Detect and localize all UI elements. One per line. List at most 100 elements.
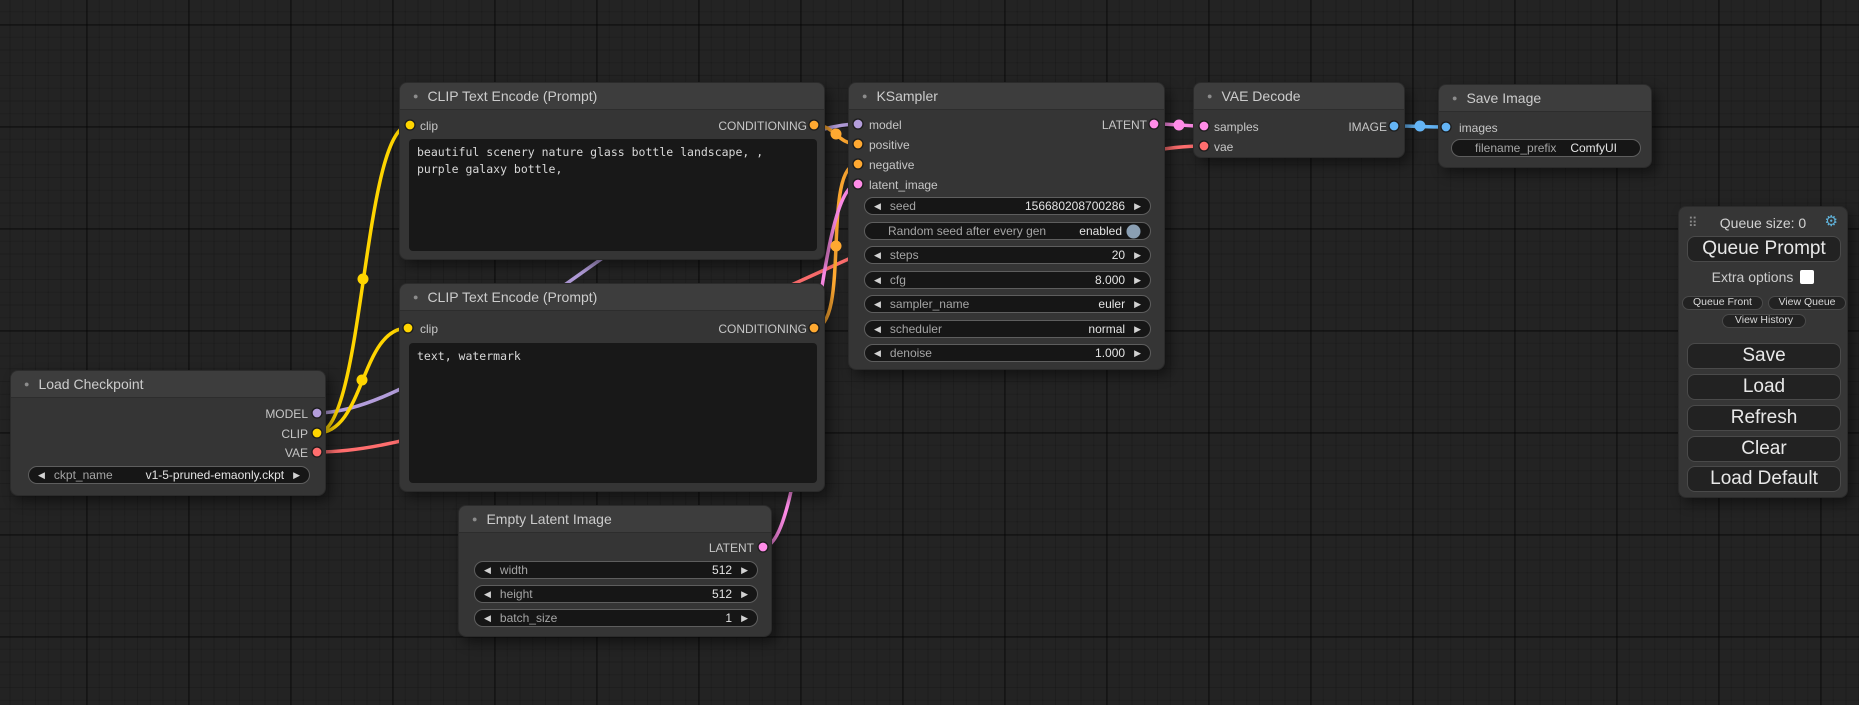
random-seed-toggle-widget[interactable]: Random seed after every gen enabled	[864, 222, 1151, 240]
clear-button[interactable]: Clear	[1687, 436, 1841, 462]
widget-name: filename_prefix	[1475, 141, 1556, 155]
widget-name: cfg	[890, 273, 906, 287]
increment-arrow-icon[interactable]: ▶	[1134, 300, 1141, 309]
decrement-arrow-icon[interactable]: ◀	[484, 614, 491, 623]
widget-value: 1	[725, 611, 732, 625]
save-button[interactable]: Save	[1687, 343, 1841, 369]
load-default-button[interactable]: Load Default	[1687, 466, 1841, 492]
widget-name: height	[500, 587, 533, 601]
node-title-bar[interactable]: ● KSampler	[849, 83, 1164, 110]
view-queue-button[interactable]: View Queue	[1768, 296, 1846, 310]
node-load-checkpoint[interactable]: ● Load Checkpoint MODEL CLIP VAE ◀ ckpt_…	[10, 370, 326, 496]
node-title-bar[interactable]: ● Load Checkpoint	[11, 371, 325, 398]
decrement-arrow-icon[interactable]: ◀	[874, 202, 881, 211]
collapse-dot-icon[interactable]: ●	[24, 380, 29, 389]
height-widget[interactable]: ◀ height 512 ▶	[474, 585, 758, 603]
node-title-bar[interactable]: ● CLIP Text Encode (Prompt)	[400, 284, 824, 311]
input-label-latent-image: latent_image	[869, 175, 938, 195]
input-label-negative: negative	[869, 155, 914, 175]
output-label-vae: VAE	[285, 443, 308, 463]
extra-options-checkbox[interactable]	[1800, 270, 1814, 284]
collapse-dot-icon[interactable]: ●	[413, 293, 418, 302]
node-save-image[interactable]: ● Save Image images filename_prefix Comf…	[1438, 84, 1652, 168]
increment-arrow-icon[interactable]: ▶	[1134, 325, 1141, 334]
prompt-textarea[interactable]: text, watermark	[409, 343, 817, 483]
collapse-dot-icon[interactable]: ●	[862, 92, 867, 101]
node-title-bar[interactable]: ● Empty Latent Image	[459, 506, 771, 533]
queue-prompt-button[interactable]: Queue Prompt	[1687, 236, 1841, 262]
widget-value: 8.000	[1095, 273, 1125, 287]
cfg-widget[interactable]: ◀ cfg 8.000 ▶	[864, 271, 1151, 289]
increment-arrow-icon[interactable]: ▶	[741, 566, 748, 575]
sampler-name-widget[interactable]: ◀ sampler_name euler ▶	[864, 295, 1151, 313]
queue-front-button[interactable]: Queue Front	[1682, 296, 1763, 310]
widget-value: normal	[1088, 322, 1125, 336]
decrement-arrow-icon[interactable]: ◀	[874, 276, 881, 285]
increment-arrow-icon[interactable]: ▶	[741, 590, 748, 599]
node-ksampler[interactable]: ● KSampler model positive negative laten…	[848, 82, 1165, 370]
steps-widget[interactable]: ◀ steps 20 ▶	[864, 246, 1151, 264]
node-title: VAE Decode	[1221, 88, 1300, 104]
increment-arrow-icon[interactable]: ▶	[1134, 202, 1141, 211]
node-title-bar[interactable]: ● CLIP Text Encode (Prompt)	[400, 83, 824, 110]
scheduler-widget[interactable]: ◀ scheduler normal ▶	[864, 320, 1151, 338]
input-label-clip: clip	[420, 116, 438, 136]
filename-prefix-widget[interactable]: filename_prefix ComfyUI	[1451, 139, 1641, 157]
decrement-arrow-icon[interactable]: ◀	[874, 325, 881, 334]
node-title: CLIP Text Encode (Prompt)	[427, 88, 597, 104]
link-midpoint-dot[interactable]	[831, 129, 842, 140]
decrement-arrow-icon[interactable]: ◀	[484, 590, 491, 599]
width-widget[interactable]: ◀ width 512 ▶	[474, 561, 758, 579]
collapse-dot-icon[interactable]: ●	[472, 515, 477, 524]
decrement-arrow-icon[interactable]: ◀	[874, 349, 881, 358]
node-title-bar[interactable]: ● Save Image	[1439, 85, 1651, 112]
refresh-button[interactable]: Refresh	[1687, 405, 1841, 431]
link-midpoint-dot[interactable]	[1415, 121, 1426, 132]
output-label-latent: LATENT	[709, 538, 754, 558]
decrement-arrow-icon[interactable]: ◀	[874, 251, 881, 260]
widget-name: seed	[890, 199, 916, 213]
increment-arrow-icon[interactable]: ▶	[293, 471, 300, 480]
ckpt-name-widget[interactable]: ◀ ckpt_name v1-5-pruned-emaonly.ckpt ▶	[28, 466, 310, 484]
increment-arrow-icon[interactable]: ▶	[1134, 349, 1141, 358]
widget-name: steps	[890, 248, 919, 262]
toggle-knob-icon[interactable]	[1126, 224, 1141, 239]
widget-name: Random seed after every gen	[888, 224, 1046, 238]
queue-panel[interactable]: ⠿ Queue size: 0 ⚙ Queue Prompt Extra opt…	[1678, 206, 1848, 498]
node-clip-text-encode-positive[interactable]: ● CLIP Text Encode (Prompt) clip CONDITI…	[399, 82, 825, 260]
node-title: Load Checkpoint	[38, 376, 143, 392]
denoise-widget[interactable]: ◀ denoise 1.000 ▶	[864, 344, 1151, 362]
link-midpoint-dot[interactable]	[357, 375, 368, 386]
decrement-arrow-icon[interactable]: ◀	[38, 471, 45, 480]
widget-name: width	[500, 563, 528, 577]
node-vae-decode[interactable]: ● VAE Decode samples vae IMAGE	[1193, 82, 1405, 158]
view-history-button[interactable]: View History	[1722, 314, 1806, 328]
batch-size-widget[interactable]: ◀ batch_size 1 ▶	[474, 609, 758, 627]
output-label-model: MODEL	[265, 404, 308, 424]
link-midpoint-dot[interactable]	[358, 274, 369, 285]
node-title: Save Image	[1466, 90, 1541, 106]
increment-arrow-icon[interactable]: ▶	[1134, 276, 1141, 285]
collapse-dot-icon[interactable]: ●	[1207, 92, 1212, 101]
link-midpoint-dot[interactable]	[1174, 120, 1185, 131]
node-graph-canvas[interactable]: ● Load Checkpoint MODEL CLIP VAE ◀ ckpt_…	[0, 0, 1859, 705]
load-button[interactable]: Load	[1687, 374, 1841, 400]
node-title-bar[interactable]: ● VAE Decode	[1194, 83, 1404, 110]
decrement-arrow-icon[interactable]: ◀	[484, 566, 491, 575]
gear-icon[interactable]: ⚙	[1825, 213, 1838, 231]
increment-arrow-icon[interactable]: ▶	[741, 614, 748, 623]
widget-value: ComfyUI	[1570, 141, 1617, 155]
node-title: KSampler	[876, 88, 937, 104]
extra-options-label: Extra options	[1712, 269, 1794, 285]
decrement-arrow-icon[interactable]: ◀	[874, 300, 881, 309]
node-clip-text-encode-negative[interactable]: ● CLIP Text Encode (Prompt) clip CONDITI…	[399, 283, 825, 492]
increment-arrow-icon[interactable]: ▶	[1134, 251, 1141, 260]
node-empty-latent-image[interactable]: ● Empty Latent Image LATENT ◀ width 512 …	[458, 505, 772, 637]
output-label-conditioning: CONDITIONING	[718, 116, 807, 136]
collapse-dot-icon[interactable]: ●	[1452, 94, 1457, 103]
prompt-textarea[interactable]: beautiful scenery nature glass bottle la…	[409, 139, 817, 251]
link-midpoint-dot[interactable]	[831, 241, 842, 252]
collapse-dot-icon[interactable]: ●	[413, 92, 418, 101]
widget-value: euler	[1098, 297, 1125, 311]
seed-widget[interactable]: ◀ seed 156680208700286 ▶	[864, 197, 1151, 215]
